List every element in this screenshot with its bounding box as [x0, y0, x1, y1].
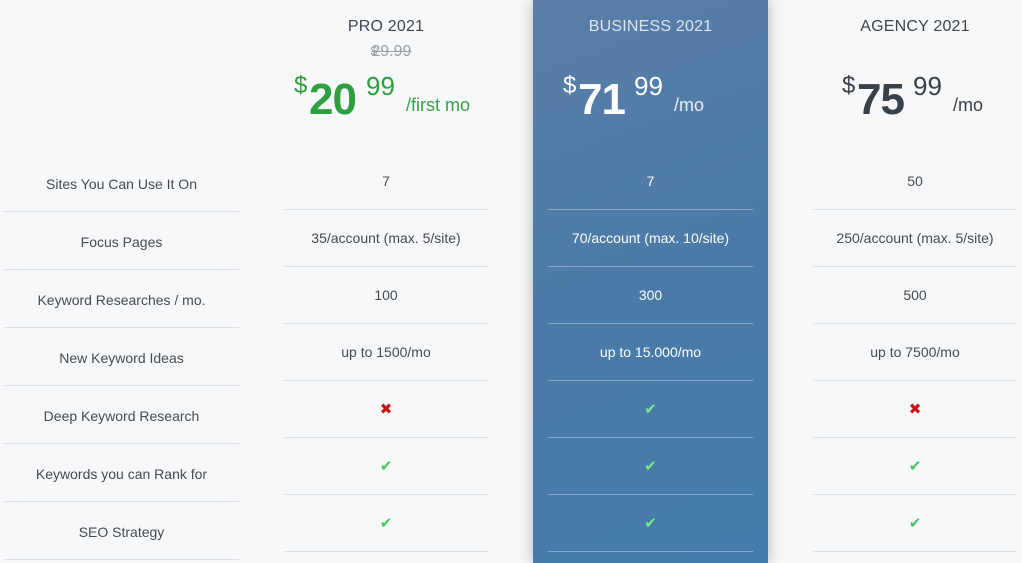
feature-label: SEO Strategy	[4, 502, 239, 560]
feature-value: ✔	[548, 381, 753, 438]
price: $ 75 99 /mo	[813, 68, 1017, 128]
feature-label-text: Deep Keyword Research	[43, 407, 200, 424]
feature-value: ✔	[548, 438, 753, 495]
feature-label-text: SEO Strategy	[78, 523, 165, 540]
feature-value: 7	[284, 153, 488, 210]
feature-value: 500	[813, 267, 1017, 324]
plan-name: AGENCY 2021	[860, 18, 970, 35]
feature-value: 50	[813, 153, 1017, 210]
old-price: $29.99	[284, 43, 488, 61]
old-price-amount: 29.99	[371, 43, 412, 60]
feature-label-text: Focus Pages	[80, 233, 163, 250]
check-icon: ✔	[908, 458, 922, 475]
feature-value: ✔	[284, 495, 488, 552]
check-icon: ✔	[644, 515, 657, 532]
price-cents: 99	[366, 71, 395, 101]
feature-label-text: Sites You Can Use It On	[46, 175, 197, 192]
feature-value: ✖	[284, 381, 488, 438]
feature-label: Sites You Can Use It On	[4, 154, 239, 212]
plan-name: PRO 2021	[347, 18, 425, 35]
feature-label-text: Keywords you can Rank for	[35, 465, 208, 482]
price-currency: $	[842, 72, 856, 99]
price-cents: 99	[913, 71, 942, 101]
price-period: /first mo	[406, 95, 471, 115]
feature-value: 35/account (max. 5/site)	[284, 210, 488, 267]
feature-value: up to 7500/mo	[813, 324, 1017, 381]
feature-label: Keyword Researches / mo.	[4, 270, 239, 328]
feature-labels-column: Sites You Can Use It On Focus Pages Keyw…	[4, 0, 239, 563]
feature-label-text: Keyword Researches / mo.	[37, 291, 206, 308]
cross-icon: ✖	[908, 401, 922, 418]
check-icon: ✔	[379, 458, 393, 475]
feature-label: Deep Keyword Research	[4, 386, 239, 444]
price-whole: 75	[857, 75, 905, 124]
plan-card-pro: PRO 2021 $29.99 $ 20 99 /first mo 7 35/a…	[284, 0, 488, 563]
feature-value: 100	[284, 267, 488, 324]
price: $ 20 99 /first mo	[284, 68, 488, 128]
feature-value: 7	[548, 153, 753, 210]
feature-value: up to 15.000/mo	[548, 324, 753, 381]
price-period: /mo	[953, 95, 984, 115]
check-icon: ✔	[644, 401, 657, 418]
feature-label-text: New Keyword Ideas	[59, 349, 184, 366]
plan-card-business: BUSINESS 2021 $ 71 99 /mo 7 70/account (…	[533, 0, 768, 563]
feature-label: Focus Pages	[4, 212, 239, 270]
cross-icon: ✖	[379, 401, 393, 418]
feature-value: up to 1500/mo	[284, 324, 488, 381]
feature-label: New Keyword Ideas	[4, 328, 239, 386]
feature-value: 300	[548, 267, 753, 324]
feature-value: ✔	[813, 438, 1017, 495]
feature-value: 70/account (max. 10/site)	[548, 210, 753, 267]
feature-value: 250/account (max. 5/site)	[813, 210, 1017, 267]
feature-label: Keywords you can Rank for	[4, 444, 239, 502]
old-price-currency: $	[370, 44, 378, 58]
feature-value: ✖	[813, 381, 1017, 438]
plan-card-agency: AGENCY 2021 $ 75 99 /mo 50 250/account (…	[813, 0, 1017, 563]
price-whole: 20	[309, 75, 357, 124]
feature-value: ✔	[813, 495, 1017, 552]
check-icon: ✔	[644, 458, 657, 475]
check-icon: ✔	[379, 515, 393, 532]
feature-value: ✔	[548, 495, 753, 552]
feature-value: ✔	[284, 438, 488, 495]
check-icon: ✔	[908, 515, 922, 532]
price-currency: $	[294, 72, 308, 99]
